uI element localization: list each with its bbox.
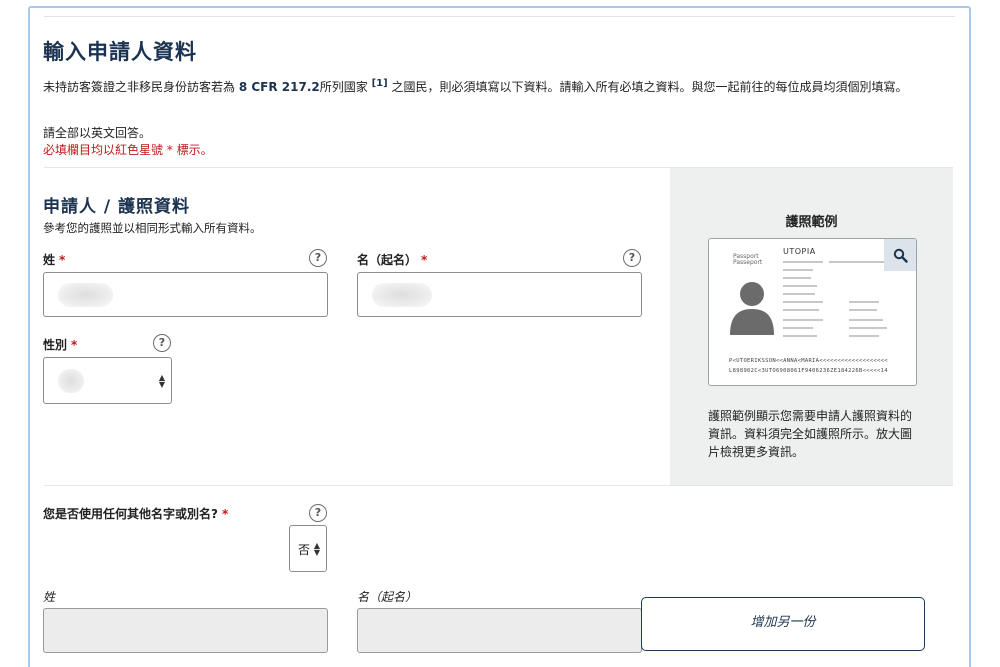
gender-label: 性別 * bbox=[43, 338, 78, 352]
top-divider bbox=[44, 16, 955, 17]
given-name-input[interactable] bbox=[357, 272, 642, 317]
section-subtitle: 參考您的護照並以相同形式輸入所有資料。 bbox=[43, 221, 262, 235]
redacted-value bbox=[372, 283, 432, 307]
passport-mrz-line2: L898902C<3UTO6908061F9406236ZE184226B<<<… bbox=[729, 368, 888, 374]
select-arrows-icon: ▲ ▼ bbox=[158, 372, 165, 389]
cfr-link[interactable]: 8 CFR 217.2 bbox=[239, 80, 320, 94]
passport-mrz-line1: P<UTOERIKSSON<<ANNA<MARIA<<<<<<<<<<<<<<<… bbox=[729, 358, 888, 364]
alias-surname-label: 姓 bbox=[43, 590, 56, 604]
intro-text: 未持訪客簽證之非移民身份訪客若為 8 CFR 217.2所列國家 [1] 之國民… bbox=[43, 78, 908, 94]
redacted-value bbox=[58, 369, 84, 393]
surname-help-icon[interactable]: ? bbox=[309, 249, 327, 267]
magnifier-icon bbox=[893, 248, 908, 263]
select-arrows-icon: ▲ ▼ bbox=[313, 540, 320, 557]
passport-photo-icon bbox=[730, 282, 774, 335]
surname-input[interactable] bbox=[43, 272, 328, 317]
alias-select-value: 否 bbox=[298, 543, 311, 557]
passport-sample-title: 護照範例 bbox=[785, 215, 838, 230]
alias-select[interactable]: 否 ▲ ▼ bbox=[289, 525, 327, 572]
alias-surname-input[interactable] bbox=[43, 608, 328, 653]
surname-label: 姓 * bbox=[43, 253, 66, 267]
section-title: 申請人 / 護照資料 bbox=[43, 197, 191, 217]
zoom-button[interactable] bbox=[884, 239, 916, 271]
gender-select[interactable]: ▲ ▼ bbox=[43, 357, 172, 404]
alias-given-name-label: 名（起名） bbox=[357, 590, 418, 604]
passport-type-label: Passport Passeport bbox=[733, 253, 763, 266]
required-note: 必填欄目均以紅色星號 * 標示。 bbox=[43, 143, 213, 157]
gender-help-icon[interactable]: ? bbox=[153, 334, 171, 352]
page-title: 輸入申請人資料 bbox=[43, 40, 197, 64]
passport-country: UTOPIA bbox=[783, 247, 816, 256]
footnote-ref-link[interactable]: [1] bbox=[372, 78, 388, 89]
passport-sample-description: 護照範例顯示您需要申請人護照資料的資訊。資料須完全如護照所示。放大圖片檢視更多資… bbox=[708, 409, 913, 459]
alias-given-name-input[interactable] bbox=[357, 608, 642, 653]
application-panel: 輸入申請人資料 未持訪客簽證之非移民身份訪客若為 8 CFR 217.2所列國家… bbox=[28, 6, 971, 667]
alias-help-icon[interactable]: ? bbox=[309, 504, 327, 522]
passport-sample-panel: 護照範例 Passport Passeport UTOPIA P<UTOERIK… bbox=[670, 168, 953, 485]
passport-sample-image[interactable]: Passport Passeport UTOPIA P<UTOERIKSSON<… bbox=[708, 238, 917, 386]
add-another-button[interactable]: 增加另一份 bbox=[641, 597, 925, 651]
required-asterisk: * bbox=[59, 253, 66, 267]
section-divider bbox=[44, 485, 953, 486]
given-name-label: 名（起名） * bbox=[357, 253, 428, 267]
english-note: 請全部以英文回答。 bbox=[43, 126, 152, 140]
redacted-value bbox=[58, 283, 113, 307]
given-name-help-icon[interactable]: ? bbox=[623, 249, 641, 267]
alias-question-label: 您是否使用任何其他名字或別名? * bbox=[43, 507, 229, 521]
